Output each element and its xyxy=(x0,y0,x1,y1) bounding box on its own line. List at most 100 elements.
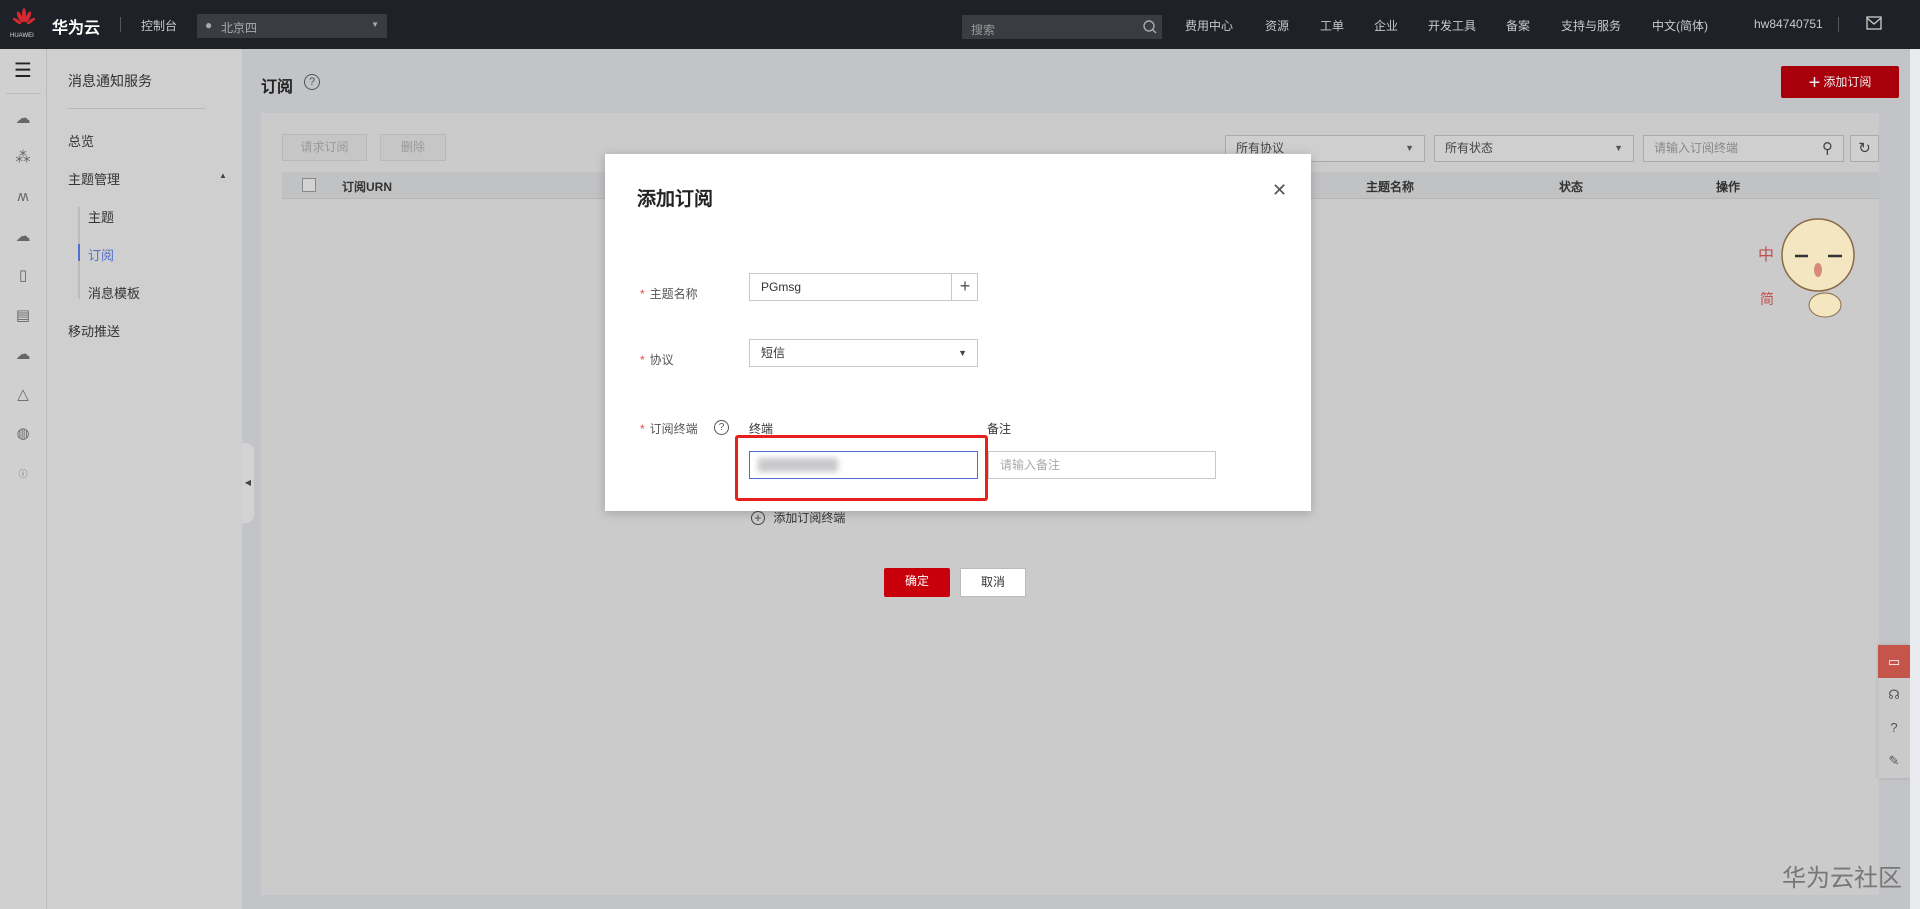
add-subscription-dialog: 添加订阅 ✕ * 主题名称 PGmsg + * 协议 短信 ▼ * 订阅终端 ? 终端 … xyxy=(605,154,1311,597)
sidebar-title: 消息通知服务 xyxy=(68,73,152,89)
required-asterisk: * xyxy=(640,353,645,367)
sidebar-item-overview[interactable]: 总览 xyxy=(68,131,94,150)
column-header-topic-name[interactable]: 主题名称 xyxy=(1366,178,1414,195)
status-filter-select[interactable]: 所有状态 ▼ xyxy=(1434,135,1634,162)
chevron-down-icon: ▼ xyxy=(1614,143,1623,153)
remark-placeholder: 请输入备注 xyxy=(1000,458,1061,472)
plus-icon: + xyxy=(959,276,971,296)
divider xyxy=(120,17,121,32)
search-icon[interactable]: ⚲ xyxy=(1822,136,1833,161)
delete-button[interactable]: 删除 xyxy=(380,134,446,161)
add-endpoint-link[interactable]: + 添加订阅终端 xyxy=(751,509,845,526)
chevron-down-icon: ▼ xyxy=(1405,143,1414,153)
user-account[interactable]: hw84740751 xyxy=(1754,17,1823,31)
protocol-select[interactable]: 短信 ▼ xyxy=(749,339,978,367)
cat-sticker-image: 中 简 xyxy=(1758,218,1855,318)
chevron-down-icon: ▼ xyxy=(371,20,379,29)
protocol-value: 短信 xyxy=(761,346,786,360)
sidebar: 消息通知服务 总览 主题管理 ▲ 主题 订阅 消息模板 移动推送 xyxy=(47,49,242,909)
confirm-button[interactable]: 确定 xyxy=(884,568,950,597)
add-subscription-button[interactable]: + 添加订阅 xyxy=(1781,66,1899,98)
page-title: 订阅 xyxy=(261,79,294,96)
endpoint-input[interactable] xyxy=(749,451,978,479)
page-scrollbar[interactable] xyxy=(1910,49,1920,909)
svg-text:简: 简 xyxy=(1760,291,1774,308)
cloud-storage-icon[interactable]: ☁ xyxy=(13,227,33,247)
request-subscription-button[interactable]: 请求订阅 xyxy=(282,134,367,161)
column-header-urn[interactable]: 订阅URN xyxy=(342,178,392,195)
global-search-input[interactable]: 搜索 xyxy=(962,15,1162,39)
console-link[interactable]: 控制台 xyxy=(141,17,177,34)
endpoint-search-placeholder: 请输入订阅终端 xyxy=(1654,141,1739,155)
nav-filing[interactable]: 备案 xyxy=(1506,17,1530,34)
menu-icon[interactable]: ☰ xyxy=(13,61,33,81)
globe-icon[interactable]: ◍ xyxy=(13,424,33,444)
chat-icon[interactable]: ▭ xyxy=(1878,645,1910,678)
customer-service-icon[interactable]: ☊ xyxy=(1878,678,1910,711)
close-icon[interactable]: ✕ xyxy=(1272,180,1287,201)
floating-help-toolbar: ▭ ☊ ? ✎ xyxy=(1878,645,1910,778)
collapse-sidebar-toggle[interactable]: ◀ xyxy=(242,443,254,523)
nav-tickets[interactable]: 工单 xyxy=(1320,17,1344,34)
column-header-actions: 操作 xyxy=(1716,180,1741,194)
help-icon[interactable]: ? xyxy=(714,420,729,435)
plus-icon: + xyxy=(1808,72,1821,94)
feedback-icon[interactable]: ✎ xyxy=(1878,744,1910,777)
waves-icon[interactable]: ʍ xyxy=(13,187,33,207)
document-icon[interactable]: ▤ xyxy=(13,306,33,326)
network-icon[interactable]: △ xyxy=(13,385,33,405)
chevron-up-icon[interactable]: ▲ xyxy=(219,171,227,180)
remark-column-header: 备注 xyxy=(987,422,1012,436)
add-subscription-label: 添加订阅 xyxy=(1823,75,1872,89)
topic-name-label-text: 主题名称 xyxy=(649,287,698,301)
search-icon[interactable] xyxy=(1142,19,1158,35)
sidebar-item-message-templates[interactable]: 消息模板 xyxy=(88,283,140,302)
endpoint-label: * 订阅终端 xyxy=(640,420,698,437)
cloud-sync-icon[interactable]: ☁ xyxy=(13,345,33,365)
add-endpoint-label: 添加订阅终端 xyxy=(773,511,846,525)
ip-icon[interactable]: ⓘ xyxy=(13,464,33,484)
nav-billing[interactable]: 费用中心 xyxy=(1185,17,1233,34)
service-icon-rail: ☰ ☁ ⁂ ʍ ☁ ▯ ▤ ☁ △ ◍ ⓘ xyxy=(0,49,47,909)
cluster-icon[interactable]: ⁂ xyxy=(13,148,33,168)
brand-name[interactable]: 华为云 xyxy=(52,14,100,38)
dialog-title: 添加订阅 xyxy=(637,189,714,210)
endpoint-search-input[interactable]: 请输入订阅终端 ⚲ xyxy=(1643,135,1844,162)
region-value: 北京四 xyxy=(221,21,258,35)
topic-name-input[interactable]: PGmsg xyxy=(749,273,978,301)
nav-resources[interactable]: 资源 xyxy=(1265,17,1289,34)
mail-icon[interactable] xyxy=(1866,16,1882,30)
sidebar-item-subscriptions[interactable]: 订阅 xyxy=(88,245,114,264)
cancel-button[interactable]: 取消 xyxy=(960,568,1026,597)
watermark: 华为云社区 xyxy=(1782,865,1902,892)
protocol-filter-value: 所有协议 xyxy=(1236,141,1285,155)
select-all-checkbox[interactable] xyxy=(302,178,316,192)
region-selector[interactable]: ● 北京四 ▼ xyxy=(197,14,387,38)
device-icon[interactable]: ▯ xyxy=(13,266,33,286)
active-indicator xyxy=(78,244,80,261)
divider xyxy=(1838,17,1839,32)
cloud-server-icon[interactable]: ☁ xyxy=(13,109,33,129)
add-topic-button[interactable]: + xyxy=(951,273,978,301)
required-asterisk: * xyxy=(640,287,645,301)
nav-devtools[interactable]: 开发工具 xyxy=(1428,17,1476,34)
plus-circle-icon: + xyxy=(751,510,765,525)
topic-name-value: PGmsg xyxy=(761,280,802,294)
top-navigation-bar: HUAWEI 华为云 控制台 ● 北京四 ▼ 搜索 费用中心 资源 工单 企业 … xyxy=(0,0,1920,49)
sidebar-item-topics[interactable]: 主题 xyxy=(88,207,114,226)
column-header-status[interactable]: 状态 xyxy=(1559,178,1583,195)
nav-support[interactable]: 支持与服务 xyxy=(1561,17,1621,34)
remark-input[interactable]: 请输入备注 xyxy=(988,451,1216,479)
endpoint-label-text: 订阅终端 xyxy=(649,422,698,436)
sidebar-item-topic-management[interactable]: 主题管理 xyxy=(68,169,120,188)
help-icon[interactable]: ? xyxy=(1878,711,1910,744)
huawei-logo-icon[interactable] xyxy=(12,8,36,30)
status-filter-value: 所有状态 xyxy=(1445,141,1494,155)
help-icon[interactable]: ? xyxy=(304,74,320,90)
refresh-icon: ↻ xyxy=(1858,140,1871,157)
nav-enterprise[interactable]: 企业 xyxy=(1374,17,1398,34)
divider xyxy=(68,108,205,109)
language-selector[interactable]: 中文(简体) xyxy=(1652,17,1708,34)
refresh-button[interactable]: ↻ xyxy=(1850,135,1879,162)
sidebar-item-mobile-push[interactable]: 移动推送 xyxy=(68,321,120,340)
